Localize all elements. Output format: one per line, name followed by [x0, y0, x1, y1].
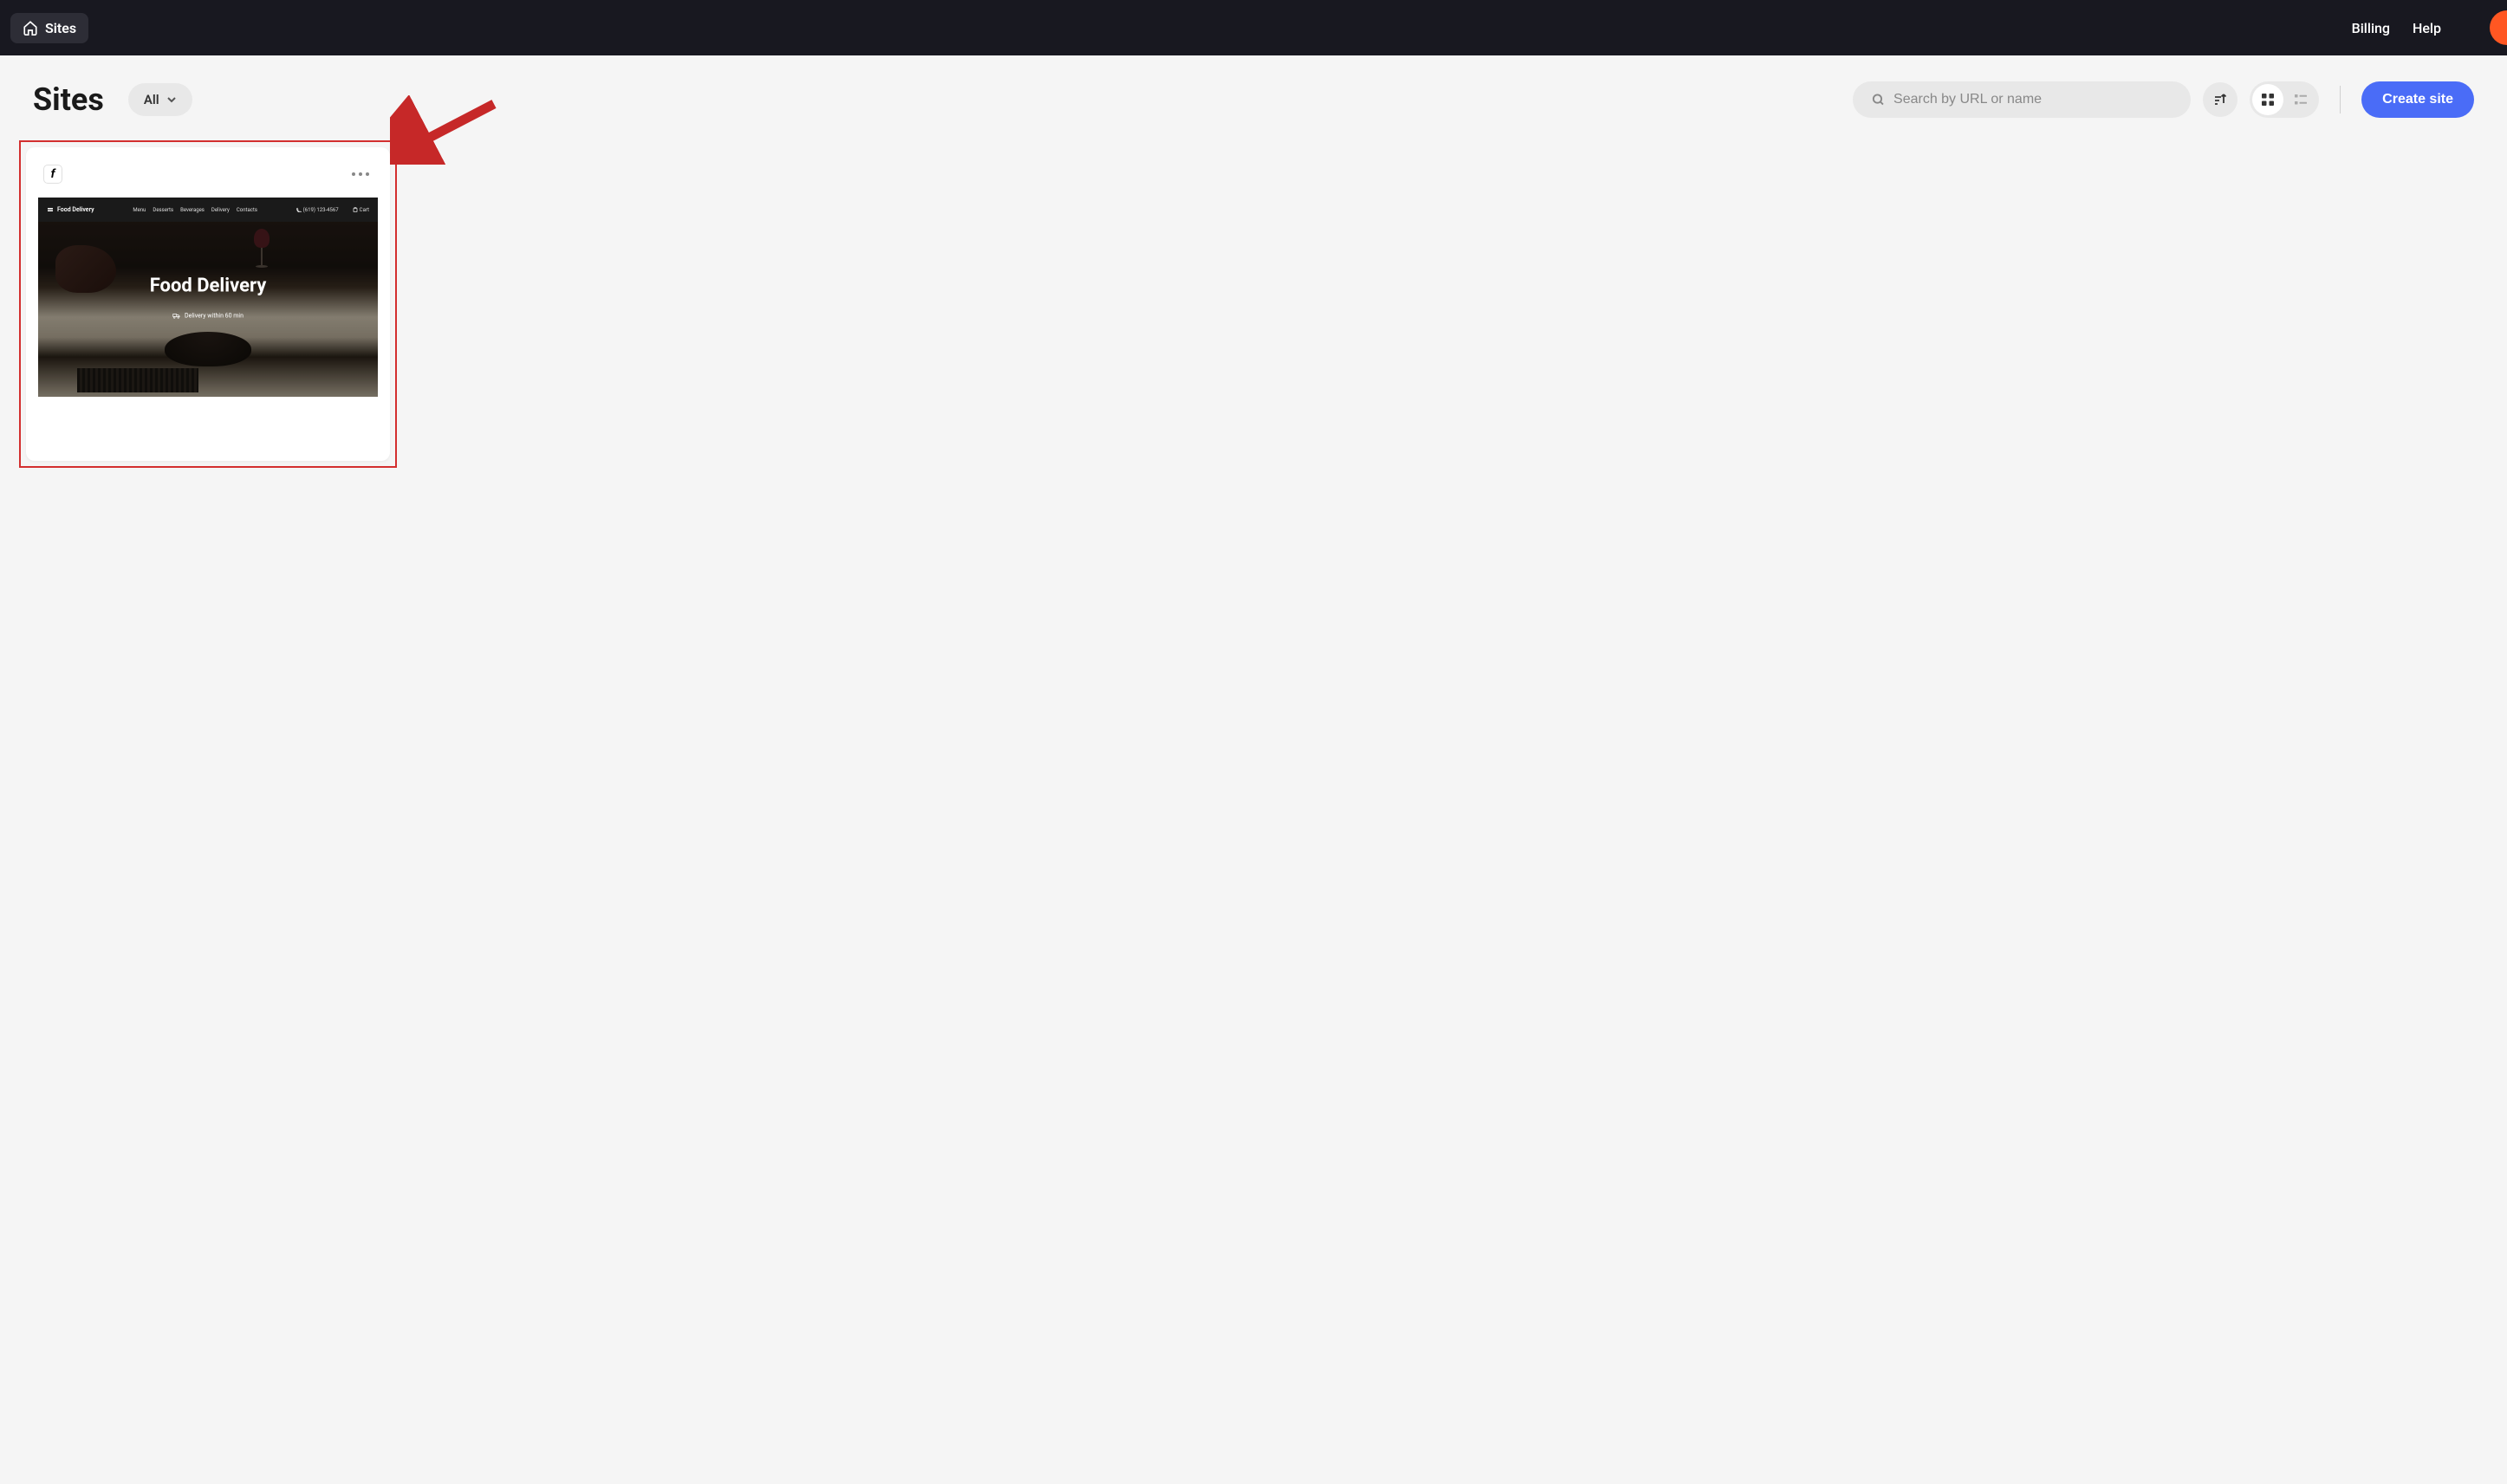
search-input[interactable]	[1893, 92, 2172, 107]
help-link[interactable]: Help	[2413, 20, 2441, 36]
list-icon	[2294, 93, 2308, 107]
card-footer	[38, 397, 378, 449]
header-home-button[interactable]: Sites	[10, 13, 88, 43]
site-favicon: f	[43, 165, 62, 184]
dots-icon	[352, 172, 355, 176]
view-toggle	[2250, 81, 2319, 118]
header-title: Sites	[45, 20, 76, 36]
sort-icon	[2212, 92, 2228, 107]
home-icon	[23, 20, 38, 36]
toolbar-right: Create site	[1853, 81, 2474, 118]
preview-hero-title: Food Delivery	[150, 275, 267, 297]
content-area: f	[0, 135, 2507, 473]
preview-phone: (619) 123-4567	[296, 207, 339, 213]
preview-logo: Food Delivery	[47, 206, 94, 213]
annotation-arrow	[390, 95, 503, 165]
preview-hero: Food Delivery Delivery within 60 min	[150, 275, 267, 320]
site-card[interactable]: f	[26, 147, 390, 461]
preview-nav-links: Menu Desserts Beverages Delivery Contact…	[133, 207, 257, 213]
divider	[2340, 86, 2341, 113]
avatar[interactable]	[2490, 10, 2507, 45]
delivery-icon	[172, 313, 181, 320]
toolbar: Sites All	[0, 55, 2507, 135]
card-menu-button[interactable]	[348, 169, 373, 179]
annotated-card-wrapper: f	[26, 147, 390, 461]
header-right: Billing Help	[2352, 10, 2507, 45]
site-preview-thumbnail: Food Delivery Menu Desserts Beverages De…	[38, 198, 378, 397]
preview-hero-subtitle: Delivery within 60 min	[150, 313, 267, 320]
burger-icon	[47, 206, 54, 213]
search-icon	[1872, 93, 1885, 107]
app-header: Sites Billing Help	[0, 0, 2507, 55]
search-box[interactable]	[1853, 81, 2191, 118]
cart-icon	[353, 207, 358, 212]
toolbar-left: Sites All	[33, 81, 192, 118]
grid-icon	[2261, 93, 2275, 107]
sort-button[interactable]	[2203, 82, 2237, 117]
preview-nav-right: (619) 123-4567 Cart	[296, 207, 369, 213]
page-title: Sites	[33, 81, 104, 118]
card-header: f	[38, 159, 378, 198]
filter-label: All	[144, 92, 159, 107]
preview-cart: Cart	[353, 207, 369, 213]
grid-view-button[interactable]	[2252, 84, 2283, 115]
filter-dropdown[interactable]: All	[128, 83, 192, 116]
phone-icon	[296, 207, 302, 212]
chevron-down-icon	[166, 94, 177, 105]
create-site-button[interactable]: Create site	[2361, 81, 2474, 118]
billing-link[interactable]: Billing	[2352, 20, 2390, 36]
list-view-button[interactable]	[2285, 84, 2316, 115]
preview-nav: Food Delivery Menu Desserts Beverages De…	[38, 198, 378, 222]
